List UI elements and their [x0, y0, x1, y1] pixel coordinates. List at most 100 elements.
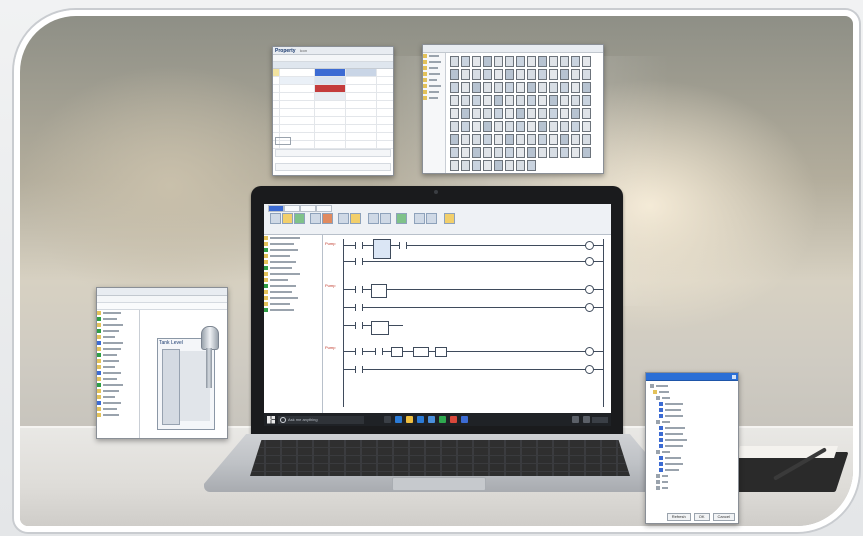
ribbon-button[interactable] [294, 213, 305, 224]
tree-item[interactable] [264, 307, 322, 313]
symbol-item[interactable] [516, 56, 525, 67]
symbol-item[interactable] [494, 95, 503, 106]
symbol-item[interactable] [461, 82, 470, 93]
property-window[interactable]: Property Icon [272, 46, 394, 176]
ribbon-button[interactable] [444, 213, 455, 224]
symbol-item[interactable] [549, 121, 558, 132]
property-row[interactable] [273, 77, 393, 85]
contact[interactable] [399, 242, 407, 249]
windows-start-icon[interactable] [267, 415, 275, 424]
symbol-item[interactable] [483, 160, 492, 171]
app-icon[interactable] [461, 416, 468, 423]
function-block-selected[interactable] [373, 239, 391, 259]
symbol-item[interactable] [571, 69, 580, 80]
symbol-item[interactable] [582, 95, 591, 106]
symbol-item[interactable] [505, 108, 514, 119]
symbol-item[interactable] [472, 95, 481, 106]
symbol-item[interactable] [472, 82, 481, 93]
symbol-item[interactable] [571, 147, 580, 158]
symbol-item[interactable] [505, 147, 514, 158]
symbol-item[interactable] [582, 69, 591, 80]
ribbon-button[interactable] [310, 213, 321, 224]
app-icon[interactable] [439, 416, 446, 423]
symbol-item[interactable] [582, 147, 591, 158]
symbol-item[interactable] [560, 147, 569, 158]
dialog-tree[interactable] [650, 383, 734, 505]
coil[interactable] [585, 257, 594, 266]
symbol-item[interactable] [516, 160, 525, 171]
symbol-item[interactable] [494, 69, 503, 80]
contact[interactable] [355, 366, 363, 373]
symbol-item[interactable] [494, 108, 503, 119]
symbol-item[interactable] [461, 134, 470, 145]
property-row[interactable] [273, 109, 393, 117]
symbol-item[interactable] [571, 108, 580, 119]
symbol-item[interactable] [472, 108, 481, 119]
symbol-item[interactable] [450, 108, 459, 119]
symbol-item[interactable] [472, 147, 481, 158]
ribbon-button[interactable] [414, 213, 425, 224]
symbol-item[interactable] [450, 134, 459, 145]
symbol-item[interactable] [505, 160, 514, 171]
property-row[interactable] [273, 69, 393, 77]
symbol-item[interactable] [494, 147, 503, 158]
property-row[interactable] [273, 125, 393, 133]
close-icon[interactable] [732, 374, 736, 379]
symbol-item[interactable] [538, 121, 547, 132]
symbol-item[interactable] [527, 147, 536, 158]
symbol-item[interactable] [472, 69, 481, 80]
tank-tree[interactable] [97, 310, 140, 438]
symbol-item[interactable] [527, 134, 536, 145]
ribbon-tab[interactable] [284, 205, 300, 212]
symbol-item[interactable] [494, 82, 503, 93]
clock[interactable] [592, 416, 608, 423]
symbol-item[interactable] [450, 147, 459, 158]
symbol-item[interactable] [505, 134, 514, 145]
tray-icon[interactable] [572, 416, 579, 423]
symbol-item[interactable] [494, 56, 503, 67]
symbol-item[interactable] [560, 95, 569, 106]
symbol-item[interactable] [538, 56, 547, 67]
tank-window[interactable]: Tank Level [96, 287, 228, 439]
symbol-item[interactable] [461, 121, 470, 132]
tree-item[interactable] [97, 412, 139, 418]
symbol-item[interactable] [472, 56, 481, 67]
cancel-button[interactable]: Cancel [712, 513, 735, 521]
symbol-item[interactable] [516, 69, 525, 80]
symbol-item[interactable] [450, 121, 459, 132]
property-row[interactable] [273, 93, 393, 101]
symbol-item[interactable] [538, 82, 547, 93]
ribbon-button[interactable] [350, 213, 361, 224]
symbol-item[interactable] [516, 147, 525, 158]
symbol-item[interactable] [494, 121, 503, 132]
ribbon-button[interactable] [270, 213, 281, 224]
property-row[interactable] [273, 85, 393, 93]
chrome-icon[interactable] [450, 416, 457, 423]
symbol-item[interactable] [450, 160, 459, 171]
symbol-item[interactable] [582, 121, 591, 132]
symbol-item[interactable] [571, 134, 580, 145]
ribbon-button[interactable] [338, 213, 349, 224]
symbol-item[interactable] [461, 108, 470, 119]
symbol-item[interactable] [527, 121, 536, 132]
symbol-item[interactable] [505, 69, 514, 80]
tank-address-bar[interactable] [97, 296, 227, 303]
property-dropdown[interactable] [275, 163, 391, 171]
symbol-item[interactable] [538, 108, 547, 119]
symbol-item[interactable] [505, 56, 514, 67]
symbol-item[interactable] [450, 95, 459, 106]
symbol-item[interactable] [560, 56, 569, 67]
symbol-item[interactable] [483, 121, 492, 132]
symbol-item[interactable] [527, 160, 536, 171]
function-block[interactable] [435, 347, 447, 357]
symbol-item[interactable] [560, 82, 569, 93]
property-preview-swatch[interactable] [275, 137, 291, 145]
coil[interactable] [585, 241, 594, 250]
symbol-item[interactable] [549, 69, 558, 80]
ribbon-tab[interactable] [300, 205, 316, 212]
category-item[interactable] [423, 95, 445, 101]
symbol-item[interactable] [494, 160, 503, 171]
symbol-item[interactable] [483, 82, 492, 93]
function-block[interactable] [391, 347, 403, 357]
symbol-item[interactable] [516, 95, 525, 106]
